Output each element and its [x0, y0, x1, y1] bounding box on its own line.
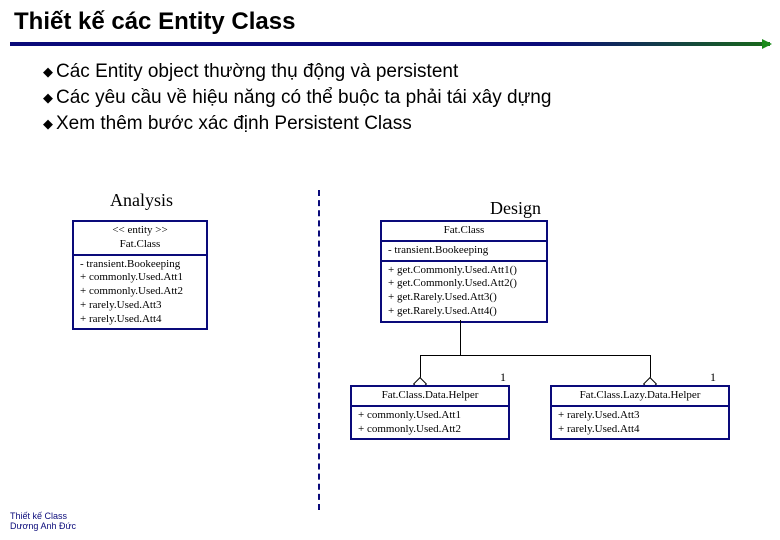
uml-attributes: - transient.Bookeeping [382, 242, 546, 262]
bullet-text: Các yêu cầu về hiệu năng có thể buộc ta … [56, 86, 740, 110]
bullet-text: Các Entity object thường thụ động và per… [56, 60, 740, 84]
uml-header: Fat.Class.Data.Helper [352, 387, 508, 407]
bullet-item: ◆ Xem thêm bước xác định Persistent Clas… [40, 112, 740, 136]
uml-diagram: Analysis Design << entity >> Fat.Class -… [50, 190, 762, 510]
bullet-icon: ◆ [40, 112, 56, 136]
multiplicity-label: 1 [710, 370, 716, 385]
bullet-list: ◆ Các Entity object thường thụ động và p… [40, 60, 740, 136]
connector-line [420, 355, 650, 356]
slide-title: Thiết kế các Entity Class [0, 0, 780, 36]
uml-attributes: + rarely.Used.Att3 + rarely.Used.Att4 [552, 407, 728, 439]
uml-header: << entity >> Fat.Class [74, 222, 206, 256]
analysis-heading: Analysis [110, 190, 173, 211]
slide-footer: Thiết kế Class Dương Anh Đức [10, 512, 76, 532]
slide: Thiết kế các Entity Class ◆ Các Entity o… [0, 0, 780, 540]
uml-class-analysis-fatclass: << entity >> Fat.Class - transient.Booke… [72, 220, 208, 330]
bullet-icon: ◆ [40, 60, 56, 84]
uml-class-design-fatclass: Fat.Class - transient.Bookeeping + get.C… [380, 220, 548, 323]
uml-operations: + get.Commonly.Used.Att1() + get.Commonl… [382, 262, 546, 321]
bullet-icon: ◆ [40, 86, 56, 110]
uml-header: Fat.Class [382, 222, 546, 242]
connector-line [460, 320, 461, 355]
uml-attributes: - transient.Bookeeping + commonly.Used.A… [74, 256, 206, 329]
uml-class-lazy-data-helper: Fat.Class.Lazy.Data.Helper + rarely.Used… [550, 385, 730, 440]
uml-header: Fat.Class.Lazy.Data.Helper [552, 387, 728, 407]
bullet-text: Xem thêm bước xác định Persistent Class [56, 112, 740, 136]
multiplicity-label: 1 [500, 370, 506, 385]
footer-line: Dương Anh Đức [10, 522, 76, 532]
uml-attributes: + commonly.Used.Att1 + commonly.Used.Att… [352, 407, 508, 439]
uml-class-data-helper: Fat.Class.Data.Helper + commonly.Used.At… [350, 385, 510, 440]
design-heading: Design [490, 198, 541, 219]
bullet-item: ◆ Các Entity object thường thụ động và p… [40, 60, 740, 84]
bullet-item: ◆ Các yêu cầu về hiệu năng có thể buộc t… [40, 86, 740, 110]
title-underline [10, 42, 770, 46]
vertical-divider [318, 190, 320, 510]
